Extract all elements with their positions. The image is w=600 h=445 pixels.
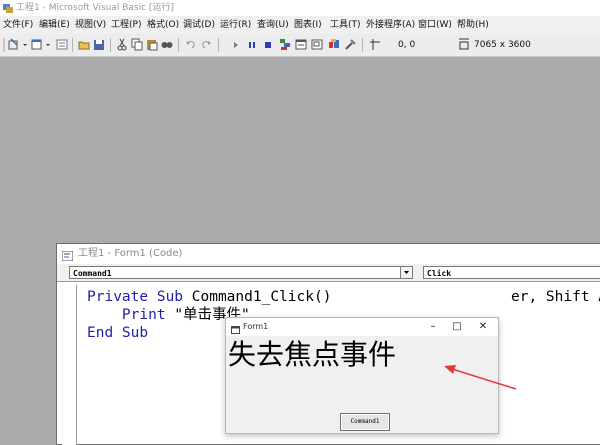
annotation-arrow [444, 365, 517, 390]
